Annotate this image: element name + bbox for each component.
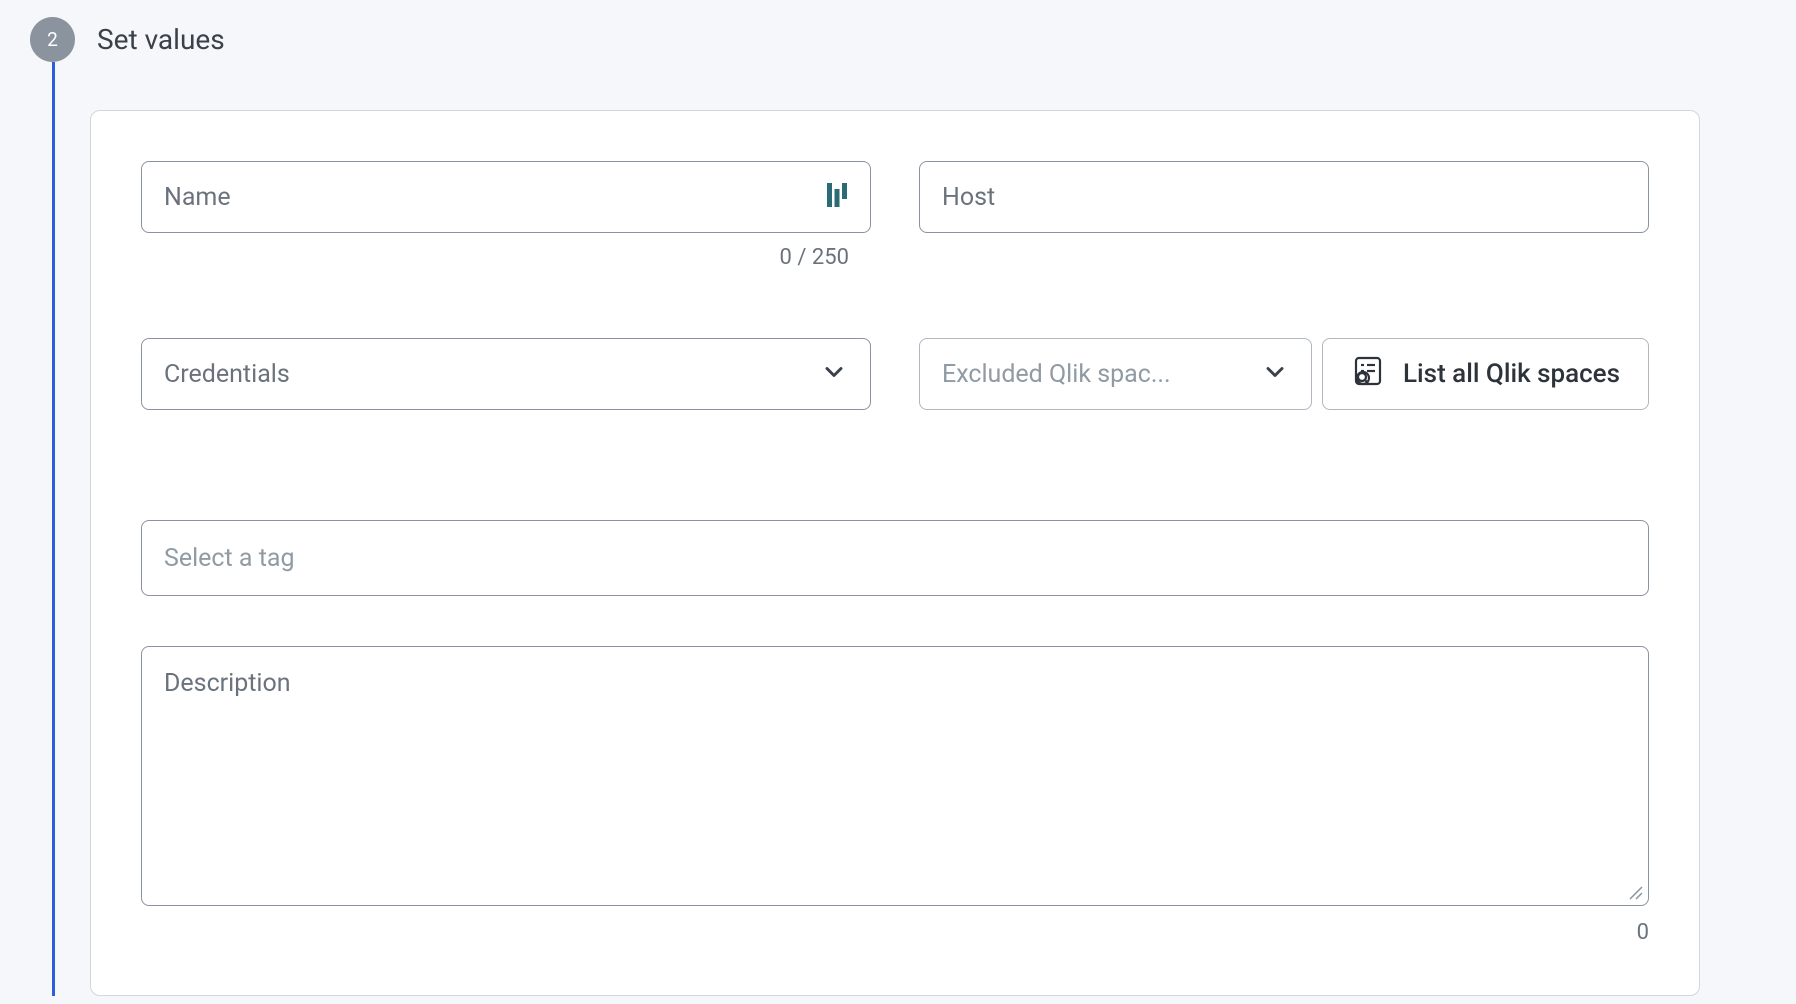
step-number-badge: 2 [30, 17, 75, 62]
chevron-down-icon [1261, 358, 1289, 390]
step-connector-line [52, 62, 55, 996]
step-title: Set values [97, 23, 225, 56]
form-card: Name 0 / 250 Host [90, 110, 1700, 996]
resize-handle-icon[interactable] [1628, 885, 1644, 901]
name-field[interactable]: Name [141, 161, 871, 233]
excluded-spaces-placeholder: Excluded Qlik spac... [942, 360, 1261, 389]
name-char-counter: 0 / 250 [141, 245, 871, 270]
step-number: 2 [47, 28, 58, 51]
chevron-down-icon [820, 358, 848, 390]
description-field[interactable]: Description [141, 646, 1649, 906]
tag-select[interactable]: Select a tag [141, 520, 1649, 596]
description-placeholder: Description [164, 669, 291, 698]
host-placeholder: Host [942, 183, 1626, 212]
list-button-label: List all Qlik spaces [1403, 359, 1620, 389]
password-manager-icon[interactable] [826, 181, 848, 213]
tag-placeholder: Select a tag [164, 544, 1626, 573]
description-char-counter: 0 [141, 920, 1649, 945]
host-field[interactable]: Host [919, 161, 1649, 233]
credentials-placeholder: Credentials [164, 360, 820, 389]
excluded-spaces-select[interactable]: Excluded Qlik spac... [919, 338, 1312, 410]
name-placeholder: Name [164, 183, 826, 212]
list-all-spaces-button[interactable]: List all Qlik spaces [1322, 338, 1649, 410]
list-search-icon [1351, 354, 1385, 395]
credentials-select[interactable]: Credentials [141, 338, 871, 410]
step-header: 2 Set values [30, 17, 1796, 62]
